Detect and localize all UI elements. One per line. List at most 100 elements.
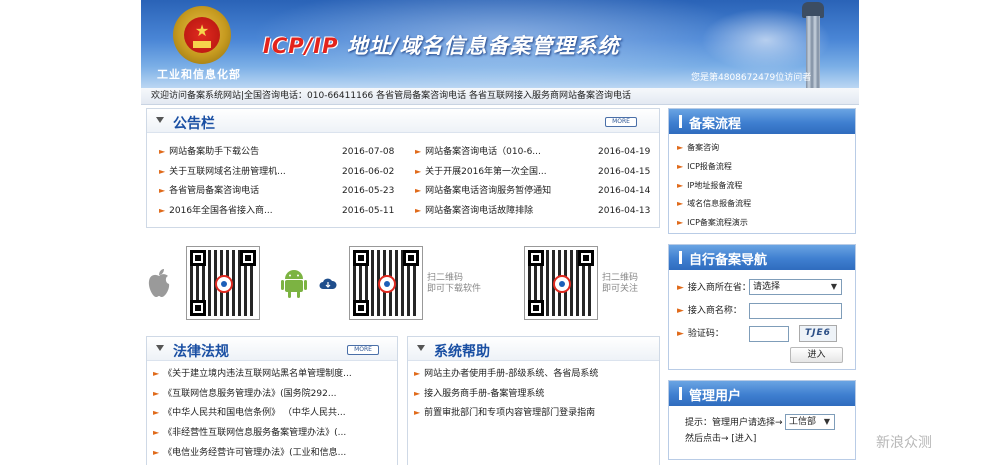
help-item[interactable]: ► 前置审批部门和专项内容管理部门登录指南 <box>414 406 595 420</box>
bulletin-item[interactable]: ► 网站备案助手下载公告 <box>159 145 259 159</box>
flow-item[interactable]: ► IP地址报备流程 <box>677 179 742 193</box>
bullet-icon: ► <box>153 428 160 437</box>
bullet-icon: ► <box>415 206 422 215</box>
admin-user-panel: 管理用户 提示：管理用户请选择→ 工信部 ▼ 然后点击→ [进入] <box>668 380 856 460</box>
law-item[interactable]: ► 《中华人民共和国电信条例》 （中华人民共... <box>153 406 346 420</box>
law-item[interactable]: ► 《关于建立境内违法互联网站黑名单管理制度... <box>153 367 352 381</box>
bulletin-date: 2016-04-13 <box>598 206 651 216</box>
bullet-icon: ► <box>415 147 422 156</box>
chevron-down-icon: ▼ <box>823 417 831 426</box>
self-filing-nav-panel: 自行备案导航 ► 接入商所在省： 请选择 ▼ ► 接入商名称： ► 验证码： TJE6… <box>668 244 856 370</box>
bullet-icon: ► <box>159 167 166 176</box>
laws-more-button[interactable]: MORE <box>347 345 379 355</box>
qr-logo-icon <box>553 275 571 293</box>
collapse-arrow-icon <box>156 345 164 351</box>
bullet-icon: ► <box>677 181 684 190</box>
bulletin-date: 2016-04-14 <box>598 186 651 196</box>
cloud-download-icon[interactable] <box>319 278 337 290</box>
bulletin-more-button[interactable]: MORE <box>605 117 637 127</box>
help-item[interactable]: ► 接入服务商手册-备案管理系统 <box>414 387 544 401</box>
bullet-icon: ► <box>677 329 684 339</box>
android-icon[interactable] <box>281 268 307 298</box>
bulletin-item[interactable]: ► 网站备案咨询电话故障排除 <box>415 204 533 218</box>
bullet-icon: ► <box>153 408 160 417</box>
bulletin-item[interactable]: ► 关于开展2016年第一次全国... <box>415 165 547 179</box>
chevron-down-icon: ▼ <box>830 282 838 291</box>
system-title-rest: 地址/域名信息备案管理系统 <box>338 34 620 58</box>
law-item[interactable]: ► 《互联网信息服务管理办法》(国务院292... <box>153 387 336 401</box>
bullet-icon: ► <box>415 186 422 195</box>
captcha-label: ► 验证码： <box>677 329 724 339</box>
bullet-icon: ► <box>677 143 684 152</box>
bulletin-date: 2016-04-15 <box>598 167 651 177</box>
bulletin-date: 2016-07-08 <box>342 147 395 157</box>
provider-name-label: ► 接入商名称： <box>677 306 742 316</box>
help-panel: 系统帮助 ► 网站主办者使用手册-部级系统、各省局系统 ► 接入服务商手册-备案管理… <box>407 336 660 465</box>
ministry-name: 工业和信息化部 <box>157 68 241 81</box>
header-banner: ★ 工业和信息化部 ICP/IP 地址/域名信息备案管理系统 您是第480867… <box>141 0 859 88</box>
filing-flow-panel: 备案流程 ► 备案咨询 ► ICP报备流程 ► IP地址报备流程 ► 域名信息报备流程 … <box>668 108 856 234</box>
law-item[interactable]: ► 《非经营性互联网信息服务备案管理办法》(... <box>153 426 346 440</box>
enter-button[interactable]: 进入 <box>790 347 843 363</box>
admin-org-select[interactable]: 工信部 ▼ <box>785 414 835 430</box>
qr-logo-icon <box>215 275 233 293</box>
province-select[interactable]: 请选择 ▼ <box>749 279 842 295</box>
bulletin-item[interactable]: ► 网站备案电话咨询服务暂停通知 <box>415 184 551 198</box>
sina-watermark: 新浪众测 <box>876 435 932 451</box>
bulletin-item[interactable]: ► 关于互联网域名注册管理机... <box>159 165 286 179</box>
bulletin-panel: 公告栏 MORE ► 网站备案助手下载公告 2016-07-08 ► 关于互联网域名… <box>146 108 660 228</box>
provider-name-input[interactable] <box>749 303 842 319</box>
bullet-icon: ► <box>415 167 422 176</box>
bullet-icon: ► <box>677 306 684 316</box>
flow-item[interactable]: ► ICP备案流程演示 <box>677 216 748 230</box>
follow-qr-code[interactable] <box>524 246 598 320</box>
qr-logo-icon <box>378 275 396 293</box>
laws-panel: 法律法规 MORE ► 《关于建立境内违法互联网站黑名单管理制度... ► 《互联网… <box>146 336 398 465</box>
notice-bar: 欢迎访问备案系统网站|全国咨询电话：010-66411166 各省管局备案咨询电… <box>141 88 859 105</box>
help-item[interactable]: ► 网站主办者使用手册-部级系统、各省局系统 <box>414 367 598 381</box>
page: ★ 工业和信息化部 ICP/IP 地址/域名信息备案管理系统 您是第480867… <box>141 0 859 465</box>
android-qr-code[interactable] <box>349 246 423 320</box>
captcha-image[interactable]: TJE6 <box>799 325 837 342</box>
laws-title: 法律法规 <box>173 344 229 360</box>
bulletin-item[interactable]: ► 各省管局备案咨询电话 <box>159 184 259 198</box>
filing-flow-title: 备案流程 <box>689 117 742 132</box>
captcha-input[interactable] <box>749 326 789 342</box>
bulletin-date: 2016-05-11 <box>342 206 395 216</box>
follow-qr-caption: 扫二维码 即可关注 <box>602 273 639 294</box>
admin-hint-line2[interactable]: 然后点击→ [进入] <box>685 431 756 447</box>
apple-icon[interactable] <box>147 268 171 298</box>
bullet-icon: ► <box>677 283 684 293</box>
law-item[interactable]: ► 《电信业务经营许可管理办法》(工业和信息... <box>153 446 346 460</box>
bullet-icon: ► <box>159 206 166 215</box>
bullet-icon: ► <box>153 389 160 398</box>
bullet-icon: ► <box>414 408 421 417</box>
bulletin-item[interactable]: ► 2016年全国各省接入商... <box>159 204 273 218</box>
bullet-icon: ► <box>677 199 684 208</box>
bulletin-item[interactable]: ► 网站备案咨询电话（010-6... <box>415 145 541 159</box>
bullet-icon: ► <box>153 369 160 378</box>
download-qr-caption: 扫二维码 即可下载软件 <box>427 273 482 294</box>
flow-item[interactable]: ► 备案咨询 <box>677 141 719 155</box>
province-label: ► 接入商所在省： <box>677 283 751 293</box>
ios-qr-code[interactable] <box>186 246 260 320</box>
flow-item[interactable]: ► ICP报备流程 <box>677 160 732 174</box>
self-filing-nav-title: 自行备案导航 <box>689 253 768 268</box>
admin-hint-line1: 提示：管理用户请选择→ <box>685 418 783 428</box>
admin-user-title: 管理用户 <box>689 389 742 404</box>
bullet-icon: ► <box>677 218 684 227</box>
bullet-icon: ► <box>159 186 166 195</box>
flow-item[interactable]: ► 域名信息报备流程 <box>677 197 751 211</box>
help-title: 系统帮助 <box>434 344 490 360</box>
bullet-icon: ► <box>159 147 166 156</box>
bulletin-date: 2016-06-02 <box>342 167 395 177</box>
collapse-arrow-icon <box>417 345 425 351</box>
bullet-icon: ► <box>414 369 421 378</box>
bulletin-title: 公告栏 <box>173 116 215 132</box>
bulletin-date: 2016-04-19 <box>598 147 651 157</box>
collapse-arrow-icon <box>156 117 164 123</box>
national-emblem-icon: ★ <box>173 6 231 64</box>
bullet-icon: ► <box>677 162 684 171</box>
bullet-icon: ► <box>153 448 160 457</box>
system-title-icp: ICP/IP <box>263 34 339 58</box>
